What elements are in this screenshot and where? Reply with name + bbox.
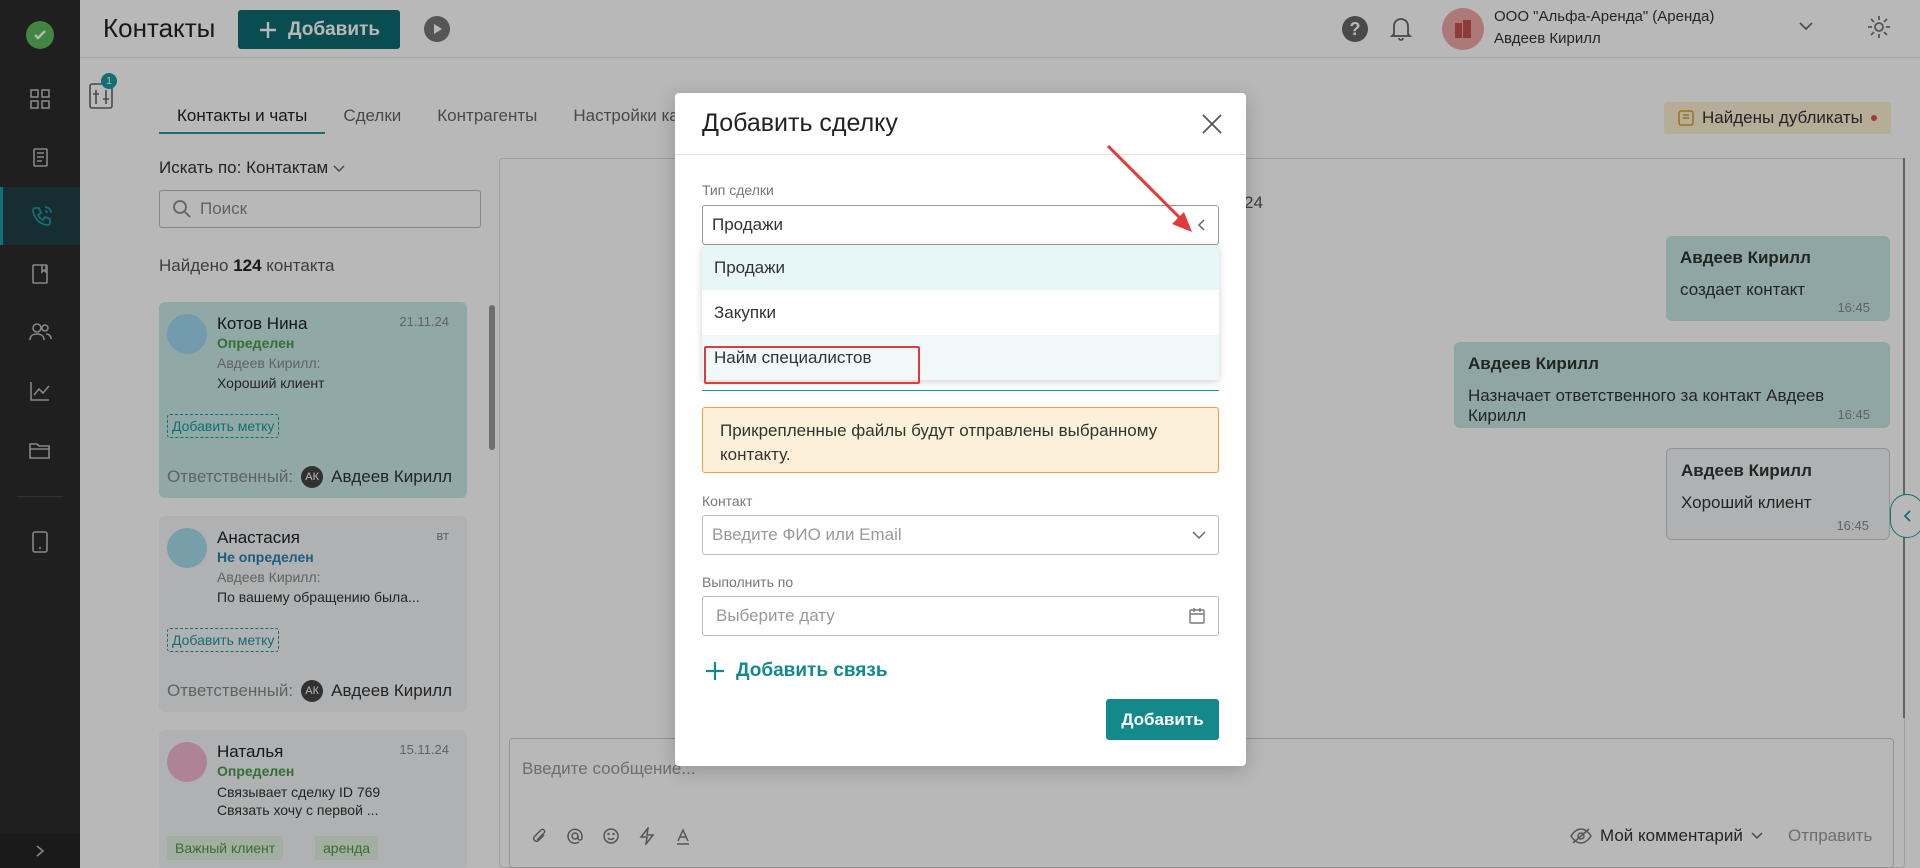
add-relation-link[interactable]: Добавить связь bbox=[704, 660, 888, 682]
add-relation-label: Добавить связь bbox=[736, 660, 888, 681]
submit-add-button[interactable]: Добавить bbox=[1106, 699, 1219, 740]
contact-select[interactable]: Введите ФИО или Email bbox=[702, 515, 1219, 555]
contact-label: Контакт bbox=[702, 493, 753, 509]
deal-type-value: Продажи bbox=[712, 215, 783, 234]
chevron-down-icon bbox=[1192, 531, 1206, 540]
option-purchases[interactable]: Закупки bbox=[702, 290, 1219, 335]
due-date-label: Выполнить по bbox=[702, 574, 794, 590]
plus-icon bbox=[706, 662, 724, 680]
highlight-annotation bbox=[704, 346, 920, 384]
contact-placeholder: Введите ФИО или Email bbox=[712, 525, 902, 544]
close-icon[interactable] bbox=[1201, 113, 1223, 135]
calendar-icon bbox=[1189, 608, 1205, 624]
attachment-warning: Прикрепленные файлы будут отправлены выб… bbox=[702, 407, 1219, 473]
deal-type-label: Тип сделки bbox=[702, 182, 774, 198]
due-date-placeholder: Выберите дату bbox=[716, 606, 835, 625]
arrow-annotation bbox=[1106, 144, 1192, 232]
modal-title: Добавить сделку bbox=[702, 109, 898, 137]
due-date-input[interactable]: Выберите дату bbox=[702, 596, 1219, 636]
field-underline bbox=[702, 388, 1219, 391]
option-sales[interactable]: Продажи bbox=[702, 245, 1219, 290]
